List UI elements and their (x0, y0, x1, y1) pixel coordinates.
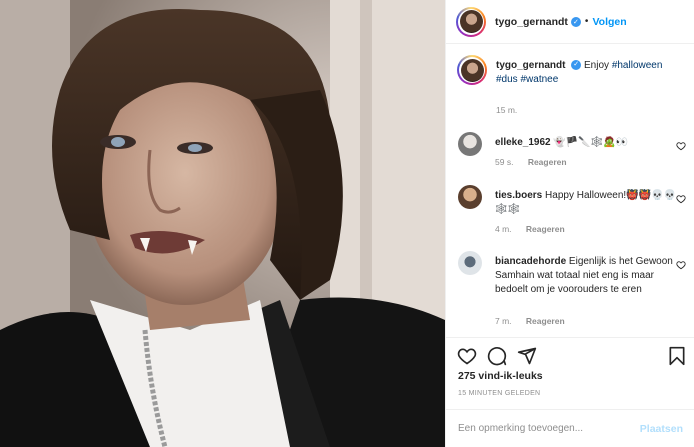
caption-avatar[interactable] (457, 55, 487, 85)
hashtag-watnee[interactable]: #watnee (520, 74, 558, 85)
post-timestamp: 15 MINUTEN GELEDEN (458, 390, 541, 397)
post-actions: 275 vind-ik-leuks 15 MINUTEN GELEDEN (446, 337, 694, 409)
comment-like-heart-icon[interactable] (676, 260, 686, 270)
author-avatar[interactable] (456, 6, 486, 37)
post-detail-panel: tygo_gernandt ✓ • Volgen tygo_gernandt ✓… (445, 0, 694, 447)
comment-meta: 4 m. Reageren (495, 224, 565, 234)
commenter-avatar[interactable] (458, 251, 482, 275)
comment-username[interactable]: biancadehorde (495, 256, 566, 267)
comment-like-heart-icon[interactable] (676, 141, 686, 151)
comment-meta: 59 s. Reageren (495, 157, 567, 167)
share-icon[interactable] (517, 346, 537, 366)
caption-body: Enjoy (584, 60, 610, 71)
add-comment-bar: Plaatsen (446, 409, 694, 447)
caption-username[interactable]: tygo_gernandt (496, 60, 565, 71)
comment-time: 4 m. (495, 224, 512, 234)
verified-badge-icon: ✓ (570, 16, 581, 27)
heart-icon[interactable] (457, 346, 477, 366)
comment-username[interactable]: ties.boers (495, 190, 542, 201)
portrait-photo (0, 0, 445, 447)
author-username[interactable]: tygo_gernandt (495, 16, 568, 28)
comment-time: 7 m. (495, 316, 512, 326)
caption-time: 15 m. (496, 105, 518, 115)
comment-meta: 7 m. Reageren (495, 316, 565, 326)
comment-text: ties.boers Happy Halloween!👹👹💀💀🕸️🕸️ (495, 189, 685, 217)
post-image[interactable] (0, 0, 445, 447)
follow-button[interactable]: Volgen (592, 16, 626, 28)
comments-list[interactable]: tygo_gernandt ✓ Enjoy #halloween #dus #w… (446, 45, 694, 337)
comment-like-heart-icon[interactable] (676, 194, 686, 204)
comment-text: biancadehorde Eigenlijk is het Gewoon Sa… (495, 255, 685, 297)
verified-badge-icon: ✓ (571, 60, 582, 71)
commenter-avatar[interactable] (458, 132, 482, 156)
hashtag-dus[interactable]: #dus (496, 74, 518, 85)
reply-button[interactable]: Reageren (526, 224, 565, 234)
comment-icon[interactable] (487, 346, 507, 366)
commenter-avatar[interactable] (458, 185, 482, 209)
reply-button[interactable]: Reageren (528, 157, 567, 167)
comment-input[interactable] (458, 423, 640, 434)
bookmark-icon[interactable] (667, 346, 687, 366)
caption-text: tygo_gernandt ✓ Enjoy #halloween #dus #w… (496, 59, 686, 87)
post-comment-button[interactable]: Plaatsen (640, 423, 683, 435)
comment-time: 59 s. (495, 157, 514, 167)
reply-button[interactable]: Reageren (526, 316, 565, 326)
comment-body: 👻🏴🔪🕸️🧟👀 (553, 137, 629, 148)
likes-count[interactable]: 275 vind-ik-leuks (458, 370, 543, 382)
post-header: tygo_gernandt ✓ • Volgen (446, 0, 694, 44)
hashtag-halloween[interactable]: #halloween (612, 60, 663, 71)
comment-username[interactable]: elleke_1962 (495, 137, 551, 148)
comment-text: elleke_1962 👻🏴🔪🕸️🧟👀 (495, 136, 685, 150)
separator-dot: • (584, 16, 589, 27)
